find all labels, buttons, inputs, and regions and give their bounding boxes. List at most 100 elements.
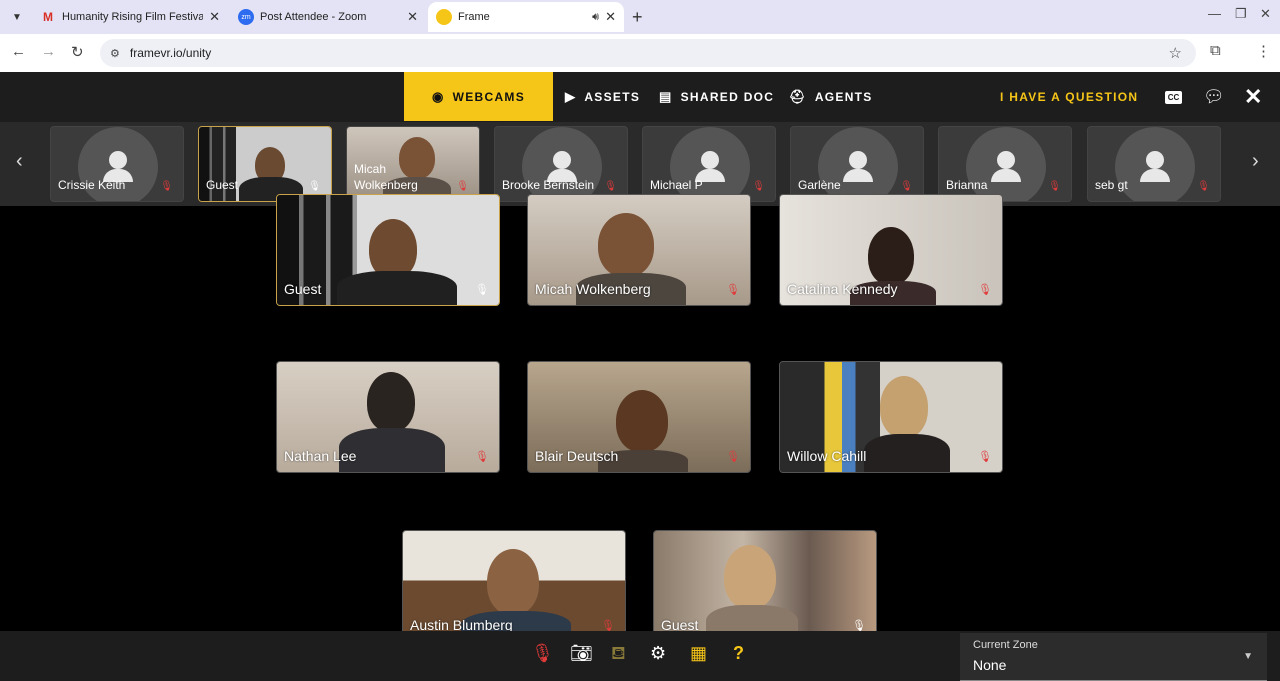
mic-muted-icon: 🎙︎ — [978, 451, 992, 463]
video-tile[interactable]: Austin Blumberg 🎙︎ — [402, 530, 626, 642]
participant-card[interactable]: seb gt 🎙︎ — [1087, 126, 1221, 202]
participant-card[interactable]: Michael P 🎙︎ — [642, 126, 776, 202]
mic-muted-icon: 🎙︎ — [160, 181, 173, 192]
settings-gear-icon[interactable]: ⚙ — [650, 643, 666, 664]
close-icon[interactable]: ✕ — [605, 9, 616, 25]
mic-muted-icon: 🎙︎ — [1048, 181, 1061, 192]
video-tile[interactable]: Guest 🎙︎ — [276, 194, 500, 306]
participant-name: Nathan Lee — [284, 448, 357, 464]
mic-muted-icon: 🎙︎ — [726, 451, 740, 463]
mic-muted-icon: 🎙︎ — [900, 181, 913, 192]
tab-search-button[interactable]: ▼ — [6, 6, 28, 28]
frame-header: ◉ WEBCAMS ▶ ASSETS ▤ SHARED DOC ⛑ AGENTS… — [0, 72, 1280, 122]
zone-label: Current Zone — [973, 639, 1038, 651]
mic-muted-icon: 🎙︎ — [752, 181, 765, 192]
mic-muted-icon: 🎙︎ — [1197, 181, 1210, 192]
reload-icon[interactable]: ↻ — [71, 43, 84, 61]
camera-icon[interactable]: 📷︎ — [570, 643, 593, 664]
window-close-icon[interactable]: ✕ — [1260, 6, 1271, 22]
grid-view-icon[interactable]: ▦ — [690, 643, 707, 664]
strip-prev-icon[interactable]: ‹ — [16, 150, 23, 173]
tab-frame[interactable]: Frame 🔊︎ ✕ — [428, 2, 624, 32]
close-panel-icon[interactable]: ✕ — [1244, 84, 1262, 110]
speaker-icon[interactable]: 🔊︎ — [592, 11, 599, 24]
address-bar[interactable]: ⚙︎ framevr.io/unity ☆ — [100, 39, 1196, 67]
participant-card[interactable]: Guest 🎙︎ — [198, 126, 332, 202]
mic-muted-icon[interactable]: 🎙︎ — [531, 643, 554, 664]
strip-next-icon[interactable]: › — [1252, 150, 1259, 173]
question-button[interactable]: I HAVE A QUESTION — [1000, 90, 1138, 104]
mic-muted-icon: 🎙︎ — [978, 284, 992, 296]
mic-icon: 🎙︎ — [308, 181, 321, 192]
browser-tab-bar: ▼ M Humanity Rising Film Festival ✕ zm P… — [0, 0, 1280, 34]
tab-gmail[interactable]: M Humanity Rising Film Festival ✕ — [32, 2, 228, 32]
tab-shared-doc[interactable]: ▤ SHARED DOC — [659, 72, 774, 121]
bookmark-star-icon[interactable]: ☆ — [1169, 44, 1182, 62]
video-tile[interactable]: Nathan Lee 🎙︎ — [276, 361, 500, 473]
video-tile[interactable]: Willow Cahill 🎙︎ — [779, 361, 1003, 473]
tab-webcams[interactable]: ◉ WEBCAMS — [404, 72, 553, 121]
participant-name: Guest — [284, 281, 322, 297]
person-icon — [553, 151, 571, 169]
person-icon — [849, 151, 867, 169]
person-icon — [701, 151, 719, 169]
seat-icon[interactable]: ⛾ — [611, 643, 626, 667]
participant-name: Blair Deutsch — [535, 448, 619, 464]
participant-name: Willow Cahill — [787, 448, 867, 464]
tab-title: Humanity Rising Film Festival — [62, 11, 204, 23]
participant-name: Crissie Keith — [58, 178, 126, 192]
close-icon[interactable]: ✕ — [209, 9, 220, 25]
mic-icon: 🎙︎ — [475, 284, 489, 296]
mic-muted-icon: 🎙︎ — [726, 284, 740, 296]
new-tab-button[interactable]: + — [632, 7, 643, 28]
person-icon — [109, 151, 127, 169]
help-icon[interactable]: ? — [733, 643, 744, 664]
person-head — [487, 549, 539, 615]
participant-name: Catalina Kennedy — [787, 281, 898, 297]
participant-card[interactable]: Garlène 🎙︎ — [790, 126, 924, 202]
close-icon[interactable]: ✕ — [407, 9, 418, 25]
chevron-down-icon: ▼ — [1243, 651, 1253, 662]
extensions-icon[interactable]: ⧉ — [1210, 42, 1221, 59]
chat-icon[interactable]: 💬︎ — [1203, 87, 1225, 107]
participant-card[interactable]: Brianna 🎙︎ — [938, 126, 1072, 202]
robot-icon: ⛑ — [789, 88, 807, 104]
mic-muted-icon: 🎙︎ — [604, 181, 617, 192]
participant-card[interactable]: Crissie Keith 🎙︎ — [50, 126, 184, 202]
video-tile[interactable]: Blair Deutsch 🎙︎ — [527, 361, 751, 473]
tab-assets[interactable]: ▶ ASSETS — [565, 72, 640, 121]
url-text: framevr.io/unity — [129, 46, 212, 60]
browser-toolbar: ← → ↻ ⚙︎ framevr.io/unity ☆ ⧉ ⋮ — [0, 34, 1280, 72]
video-tile[interactable]: Catalina Kennedy 🎙︎ — [779, 194, 1003, 306]
tab-label: SHARED DOC — [680, 89, 775, 104]
person-head — [724, 545, 776, 609]
mic-muted-icon: 🎙︎ — [475, 451, 489, 463]
browser-menu-icon[interactable]: ⋮ — [1256, 42, 1271, 60]
frame-icon — [436, 9, 452, 25]
mic-muted-icon: 🎙︎ — [456, 181, 469, 192]
restore-icon[interactable]: ❐ — [1235, 6, 1247, 22]
minimize-icon[interactable]: — — [1208, 6, 1221, 21]
tab-zoom[interactable]: zm Post Attendee - Zoom ✕ — [230, 2, 426, 32]
current-zone-select[interactable]: Current Zone None ▼ — [960, 633, 1267, 681]
video-tile[interactable]: Micah Wolkenberg 🎙︎ — [527, 194, 751, 306]
person-icon — [997, 151, 1015, 169]
back-icon[interactable]: ← — [11, 43, 26, 60]
forward-icon[interactable]: → — [41, 43, 56, 60]
person-head — [367, 372, 415, 432]
participant-card[interactable]: Brooke Bernstein 🎙︎ — [494, 126, 628, 202]
participant-name: Guest — [206, 178, 239, 192]
tab-agents[interactable]: ⛑ AGENTS — [789, 72, 873, 121]
tab-label: ASSETS — [584, 89, 641, 104]
participant-card[interactable]: Micah Wolkenberg 🎙︎ — [346, 126, 480, 202]
site-info-icon[interactable]: ⚙︎ — [110, 47, 120, 60]
gmail-icon: M — [43, 10, 53, 24]
person-head — [369, 219, 417, 279]
zone-value: None — [973, 657, 1007, 673]
person-head — [598, 213, 654, 277]
captions-button[interactable]: CC — [1165, 91, 1182, 104]
person-head — [880, 376, 928, 438]
video-tile[interactable]: Guest 🎙︎ — [653, 530, 877, 642]
webcam-icon: ◉ — [431, 88, 445, 104]
person-icon — [1146, 151, 1164, 169]
